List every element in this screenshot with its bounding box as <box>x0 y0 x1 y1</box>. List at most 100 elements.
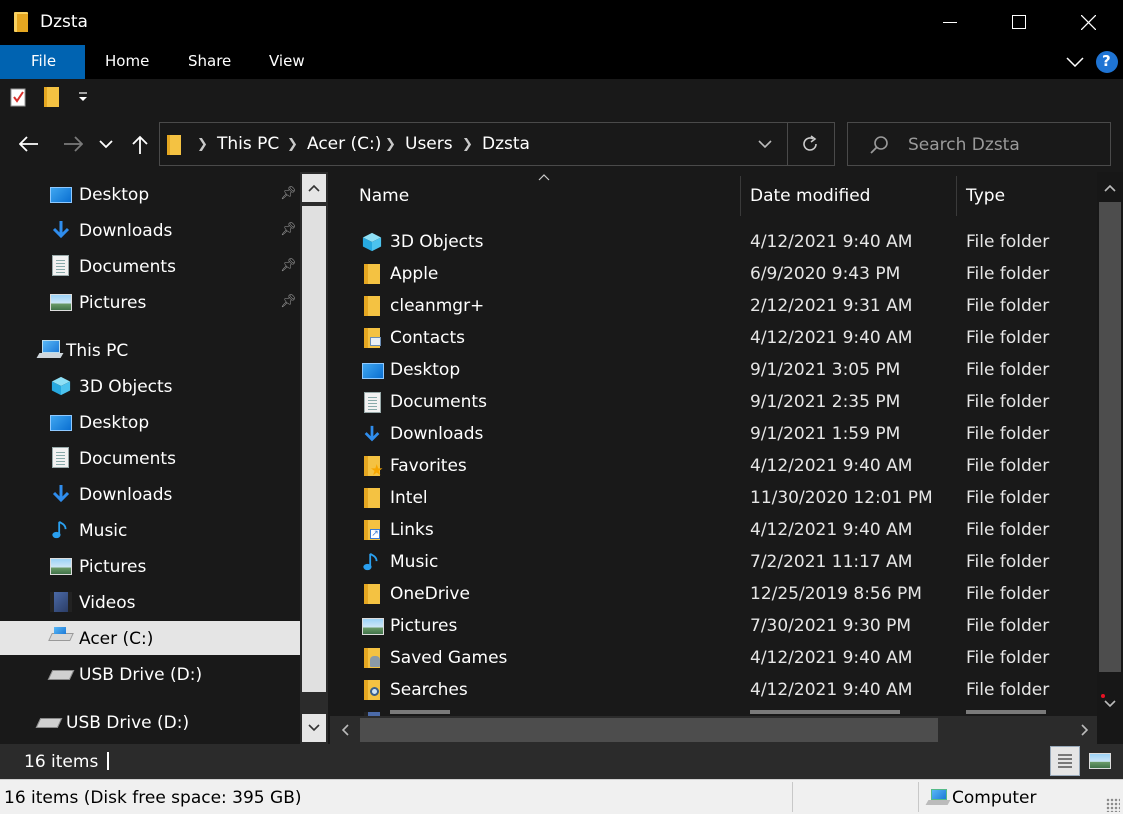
scroll-down-button[interactable] <box>302 714 326 742</box>
file-row-documents[interactable]: Documents 9/1/2021 2:35 PM File folder <box>330 386 1100 418</box>
sidebar-item-documents[interactable]: Documents <box>0 441 300 475</box>
sidebar-item-this-pc[interactable]: This PC <box>0 333 300 367</box>
scroll-left-button[interactable] <box>332 718 358 742</box>
sidebar-item-usb-drive-root[interactable]: USB Drive (D:) <box>0 705 300 739</box>
horizontal-scroll-thumb[interactable] <box>360 718 938 742</box>
file-row-searches[interactable]: Searches 4/12/2021 9:40 AM File folder <box>330 674 1100 706</box>
column-header-name[interactable]: Name <box>330 176 740 218</box>
title-bar: Dzsta <box>0 0 1123 45</box>
pictures-icon <box>50 558 72 575</box>
file-row-desktop[interactable]: Desktop 9/1/2021 3:05 PM File folder <box>330 354 1100 386</box>
sidebar-item-3d-objects[interactable]: 3D Objects <box>0 369 300 403</box>
file-name: Searches <box>390 680 468 700</box>
breadcrumb-separator-icon: ❯ <box>197 137 208 152</box>
file-name: OneDrive <box>390 584 470 604</box>
column-headers: Name Date modified Type <box>330 172 1100 220</box>
resize-grip-icon[interactable] <box>1106 798 1120 812</box>
file-row-contacts[interactable]: Contacts 4/12/2021 9:40 AM File folder <box>330 322 1100 354</box>
breadcrumb-this-pc[interactable]: This PC <box>217 136 279 153</box>
close-button[interactable] <box>1054 0 1123 45</box>
refresh-button[interactable] <box>792 131 828 159</box>
file-row-apple[interactable]: Apple 6/9/2020 9:43 PM File folder <box>330 258 1100 290</box>
file-row-pictures[interactable]: Pictures 7/30/2021 9:30 PM File folder <box>330 610 1100 642</box>
sidebar-item-downloads-quick[interactable]: Downloads 📌︎ <box>0 213 300 247</box>
sidebar-scrollbar[interactable] <box>300 172 328 744</box>
file-row-3d-objects[interactable]: 3D Objects 4/12/2021 9:40 AM File folder <box>330 226 1100 258</box>
details-view-button[interactable] <box>1050 746 1080 776</box>
file-row-favorites[interactable]: ★ Favorites 4/12/2021 9:40 AM File folde… <box>330 450 1100 482</box>
properties-button[interactable] <box>10 87 30 107</box>
file-row-cleanmgr[interactable]: cleanmgr+ 2/12/2021 9:31 AM File folder <box>330 290 1100 322</box>
notification-dot-icon <box>1101 694 1105 698</box>
pin-icon[interactable]: 📌︎ <box>280 258 297 274</box>
breadcrumb-separator-icon: ❯ <box>287 137 298 152</box>
maximize-button[interactable] <box>985 0 1054 45</box>
chevron-down-icon <box>1104 700 1116 708</box>
sidebar-item-desktop-quick[interactable]: Desktop 📌︎ <box>0 177 300 211</box>
forward-button[interactable] <box>56 128 90 158</box>
scroll-right-button[interactable] <box>1072 718 1098 742</box>
file-list-scroll-thumb[interactable] <box>1099 202 1121 672</box>
file-row-music[interactable]: Music 7/2/2021 11:17 AM File folder <box>330 546 1100 578</box>
file-date: 2/12/2021 9:31 AM <box>750 296 913 316</box>
breadcrumb-acer-c[interactable]: Acer (C:) <box>307 136 381 153</box>
column-header-type[interactable]: Type <box>957 176 1100 218</box>
tab-share-label: Share <box>188 52 232 70</box>
scroll-up-button[interactable] <box>302 174 326 202</box>
tab-share[interactable]: Share <box>167 45 249 79</box>
new-folder-button[interactable] <box>42 87 62 107</box>
file-type: File folder <box>966 296 1050 316</box>
back-button[interactable] <box>12 128 46 158</box>
sidebar-item-acer-c[interactable]: Acer (C:) <box>0 621 300 655</box>
address-bar[interactable]: ❯ This PC ❯ Acer (C:) ❯ Users ❯ Dzsta <box>159 122 835 166</box>
address-dropdown-button[interactable] <box>750 135 780 155</box>
breadcrumb-dzsta[interactable]: Dzsta <box>482 136 530 153</box>
help-icon: ? <box>1102 52 1111 70</box>
sidebar-scroll-thumb[interactable] <box>302 206 326 692</box>
sidebar-item-videos[interactable]: Videos <box>0 585 300 619</box>
file-row-saved-games[interactable]: Saved Games 4/12/2021 9:40 AM File folde… <box>330 642 1100 674</box>
sidebar-item-label: USB Drive (D:) <box>79 665 203 685</box>
file-row-links[interactable]: ↗ Links 4/12/2021 9:40 AM File folder <box>330 514 1100 546</box>
file-date: 6/9/2020 9:43 PM <box>750 264 901 284</box>
tab-view[interactable]: View <box>249 45 323 79</box>
item-count: 16 items <box>24 752 99 772</box>
minimize-button[interactable] <box>916 0 985 45</box>
file-row-downloads[interactable]: Downloads 9/1/2021 1:59 PM File folder <box>330 418 1100 450</box>
file-type: File folder <box>966 456 1050 476</box>
file-list-scrollbar[interactable] <box>1097 172 1123 744</box>
file-name: Saved Games <box>390 648 508 668</box>
file-row-intel[interactable]: Intel 11/30/2020 12:01 PM File folder <box>330 482 1100 514</box>
search-box[interactable]: Search Dzsta <box>847 122 1111 166</box>
saved-games-icon <box>362 648 382 668</box>
sidebar-item-desktop[interactable]: Desktop <box>0 405 300 439</box>
recent-locations-button[interactable] <box>98 134 118 154</box>
sidebar-item-music[interactable]: Music <box>0 513 300 547</box>
breadcrumb-users[interactable]: Users <box>405 136 453 153</box>
scroll-up-button[interactable] <box>1099 176 1121 200</box>
downloads-icon <box>52 485 70 503</box>
expand-ribbon-button[interactable] <box>1062 51 1088 73</box>
file-type: File folder <box>966 680 1050 700</box>
file-row-onedrive[interactable]: OneDrive 12/25/2019 8:56 PM File folder <box>330 578 1100 610</box>
tab-home[interactable]: Home <box>85 45 167 79</box>
pin-icon[interactable]: 📌︎ <box>280 222 297 238</box>
sidebar-item-pictures[interactable]: Pictures <box>0 549 300 583</box>
sidebar-item-downloads[interactable]: Downloads <box>0 477 300 511</box>
customize-qat-button[interactable] <box>76 88 92 106</box>
sidebar-item-usb-drive[interactable]: USB Drive (D:) <box>0 657 300 691</box>
file-name: Intel <box>390 488 428 508</box>
horizontal-scrollbar[interactable] <box>330 716 1100 744</box>
help-button[interactable]: ? <box>1096 51 1118 73</box>
documents-icon <box>52 255 69 276</box>
sidebar-item-documents-quick[interactable]: Documents 📌︎ <box>0 249 300 283</box>
sidebar-item-pictures-quick[interactable]: Pictures 📌︎ <box>0 285 300 319</box>
tab-file[interactable]: File <box>0 45 85 79</box>
pin-icon[interactable]: 📌︎ <box>280 294 297 310</box>
up-button[interactable] <box>128 128 152 160</box>
large-icons-view-button[interactable] <box>1085 746 1115 776</box>
pin-icon[interactable]: 📌︎ <box>280 186 297 202</box>
column-header-date[interactable]: Date modified <box>741 176 957 218</box>
pictures-icon <box>50 294 72 311</box>
file-name: Desktop <box>390 360 461 380</box>
